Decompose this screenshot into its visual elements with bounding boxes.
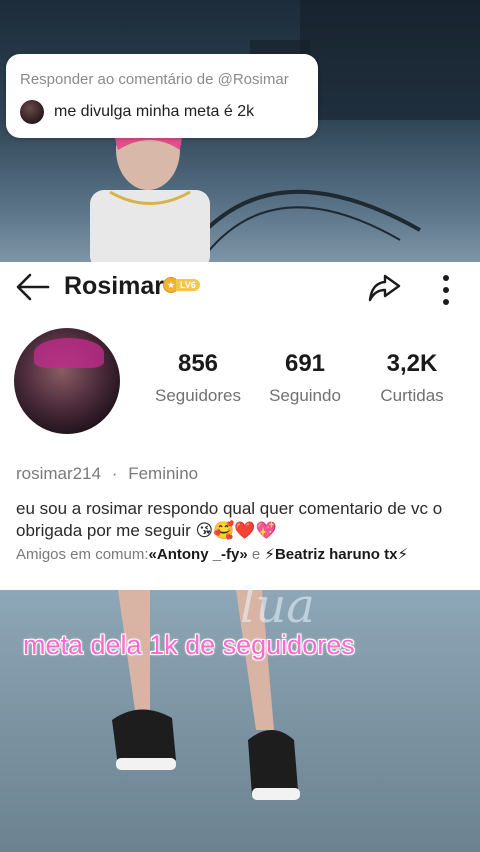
stat-following[interactable]: 691 Seguindo xyxy=(258,350,352,406)
following-label: Seguindo xyxy=(269,386,341,405)
level-badge: ★ LV6 xyxy=(163,277,200,293)
profile-panel: Rosimar ★ LV6 856 Seguidores 691 Seguind… xyxy=(0,262,480,590)
mutual-friend-2[interactable]: ⚡Beatriz haruno tx⚡ xyxy=(264,546,408,563)
reply-comment-bubble: Responder ao comentário de @Rosimar me d… xyxy=(6,54,318,138)
level-label: LV6 xyxy=(176,279,200,291)
likes-label: Curtidas xyxy=(380,386,444,405)
mutual-prefix: Amigos em comum: xyxy=(16,546,149,563)
back-arrow-icon[interactable] xyxy=(14,270,52,304)
video-watermark: lua xyxy=(240,578,315,634)
profile-meta: rosimar214 · Feminino xyxy=(16,464,198,484)
stat-likes[interactable]: 3,2K Curtidas xyxy=(368,350,456,406)
profile-gender: Feminino xyxy=(128,464,199,483)
followers-count: 856 xyxy=(177,350,219,377)
following-count: 691 xyxy=(284,350,326,377)
stat-followers[interactable]: 856 Seguidores xyxy=(150,350,246,406)
profile-username: Rosimar xyxy=(64,272,165,300)
profile-avatar[interactable] xyxy=(14,328,120,434)
video-caption: meta dela 1k de seguidores xyxy=(23,630,355,660)
mutual-friends[interactable]: Amigos em comum:«Antony _-fy» e ⚡Beatriz… xyxy=(16,545,408,563)
more-vertical-icon[interactable] xyxy=(436,270,456,306)
likes-count: 3,2K xyxy=(386,350,438,377)
reply-comment-text: me divulga minha meta é 2k xyxy=(54,103,255,120)
meta-separator: · xyxy=(111,464,118,483)
reply-header: Responder ao comentário de @Rosimar xyxy=(20,71,289,88)
profile-handle: rosimar214 xyxy=(16,464,102,483)
profile-bio: eu sou a rosimar respondo qual quer come… xyxy=(16,499,443,540)
share-icon[interactable] xyxy=(365,270,403,306)
avatar-hair-shape xyxy=(34,338,104,368)
followers-label: Seguidores xyxy=(154,386,241,405)
mutual-joiner: e xyxy=(247,546,265,563)
mutual-friend-1[interactable]: «Antony _-fy» xyxy=(149,546,248,563)
commenter-avatar xyxy=(20,100,44,124)
